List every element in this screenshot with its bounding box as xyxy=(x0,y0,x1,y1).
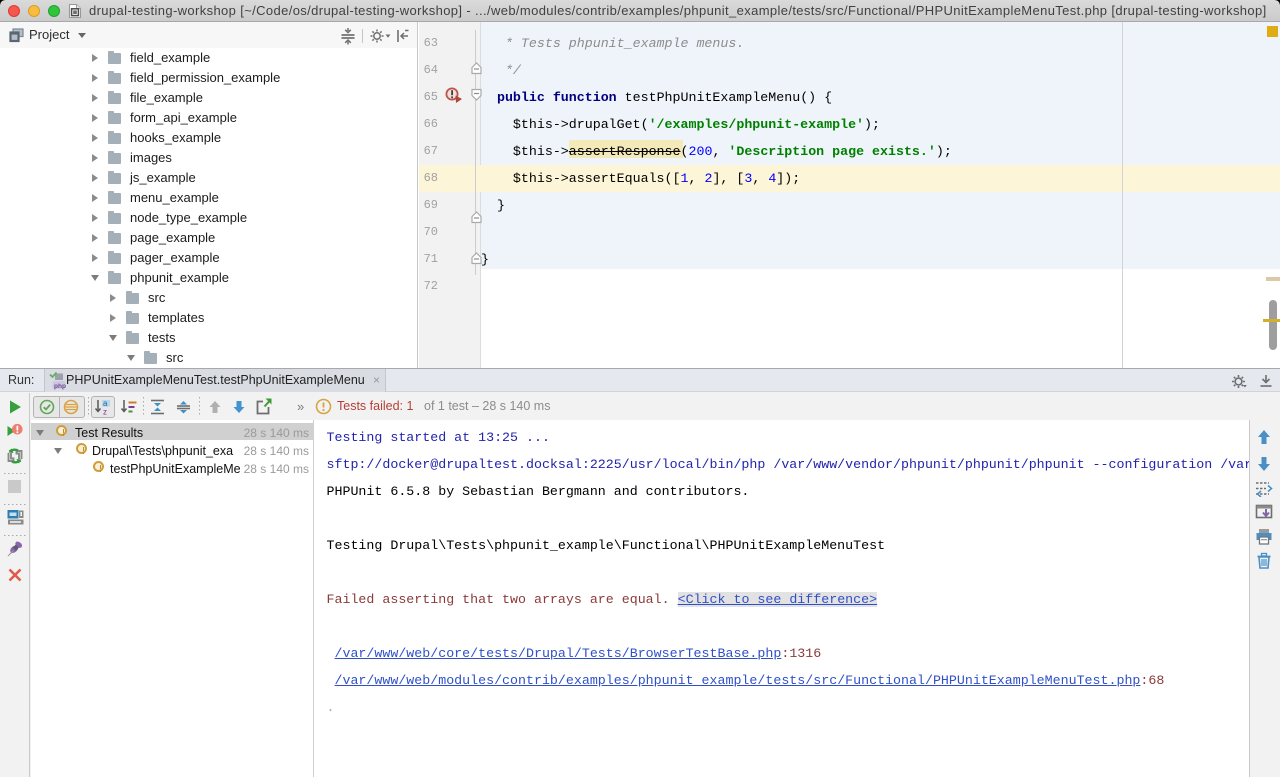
svg-text:php: php xyxy=(54,383,66,390)
svg-text:z: z xyxy=(103,408,107,416)
